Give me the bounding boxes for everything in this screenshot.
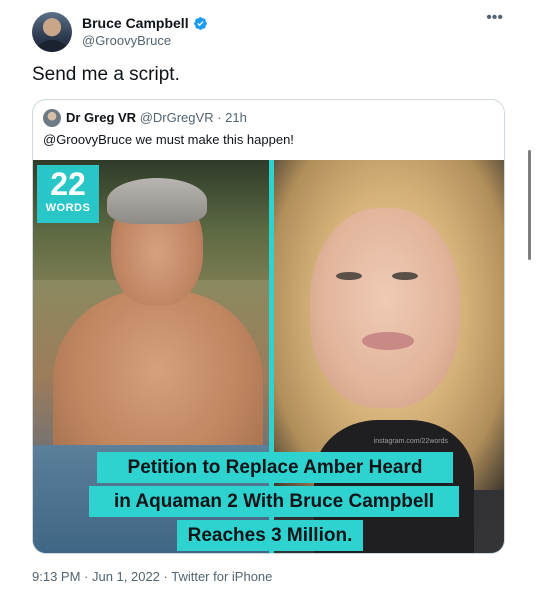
quoted-tweet-image[interactable]: 22 WORDS instagram.com/22words Petition …: [33, 160, 504, 553]
tweet-text: Send me a script.: [32, 64, 180, 85]
woman-face: [310, 208, 460, 408]
quoted-tweet-text: @GroovyBruce we must make this happen!: [43, 132, 294, 147]
verified-badge-icon: [193, 16, 207, 30]
woman-lips: [362, 332, 414, 350]
quoted-author-avatar[interactable]: [43, 109, 61, 127]
quoted-tweet-card[interactable]: Dr Greg VR @DrGregVR · 21h @GroovyBruce …: [32, 99, 505, 554]
image-watermark: instagram.com/22words: [373, 438, 448, 445]
author-display-name[interactable]: Bruce Campbell: [82, 15, 189, 31]
tweet-timestamp[interactable]: 9:13 PM · Jun 1, 2022 · Twitter for iPho…: [32, 569, 272, 584]
22-words-logo: 22 WORDS: [37, 165, 99, 223]
quoted-tweet-time[interactable]: 21h: [225, 110, 247, 125]
author-handle[interactable]: @GroovyBruce: [82, 33, 171, 48]
scrollbar-thumb[interactable]: [528, 150, 531, 260]
quoted-tweet-header: Dr Greg VR @DrGregVR · 21h: [66, 110, 247, 125]
author-name-row: Bruce Campbell: [82, 15, 208, 31]
author-avatar[interactable]: [32, 12, 72, 52]
caption-line-1: Petition to Replace Amber Heard: [97, 452, 453, 483]
quoted-author-handle[interactable]: @DrGregVR: [140, 110, 214, 125]
caption-line-3: Reaches 3 Million.: [177, 520, 363, 551]
woman-eye-left: [336, 272, 362, 280]
more-options-icon[interactable]: •••: [486, 10, 503, 26]
woman-eye-right: [392, 272, 418, 280]
man-hair: [107, 178, 207, 224]
quoted-dot-separator: ·: [217, 110, 222, 125]
caption-line-2: in Aquaman 2 With Bruce Campbell: [89, 486, 459, 517]
logo-number: 22: [50, 166, 86, 202]
quoted-author-name[interactable]: Dr Greg VR: [66, 110, 136, 125]
logo-word: WORDS: [45, 202, 91, 214]
